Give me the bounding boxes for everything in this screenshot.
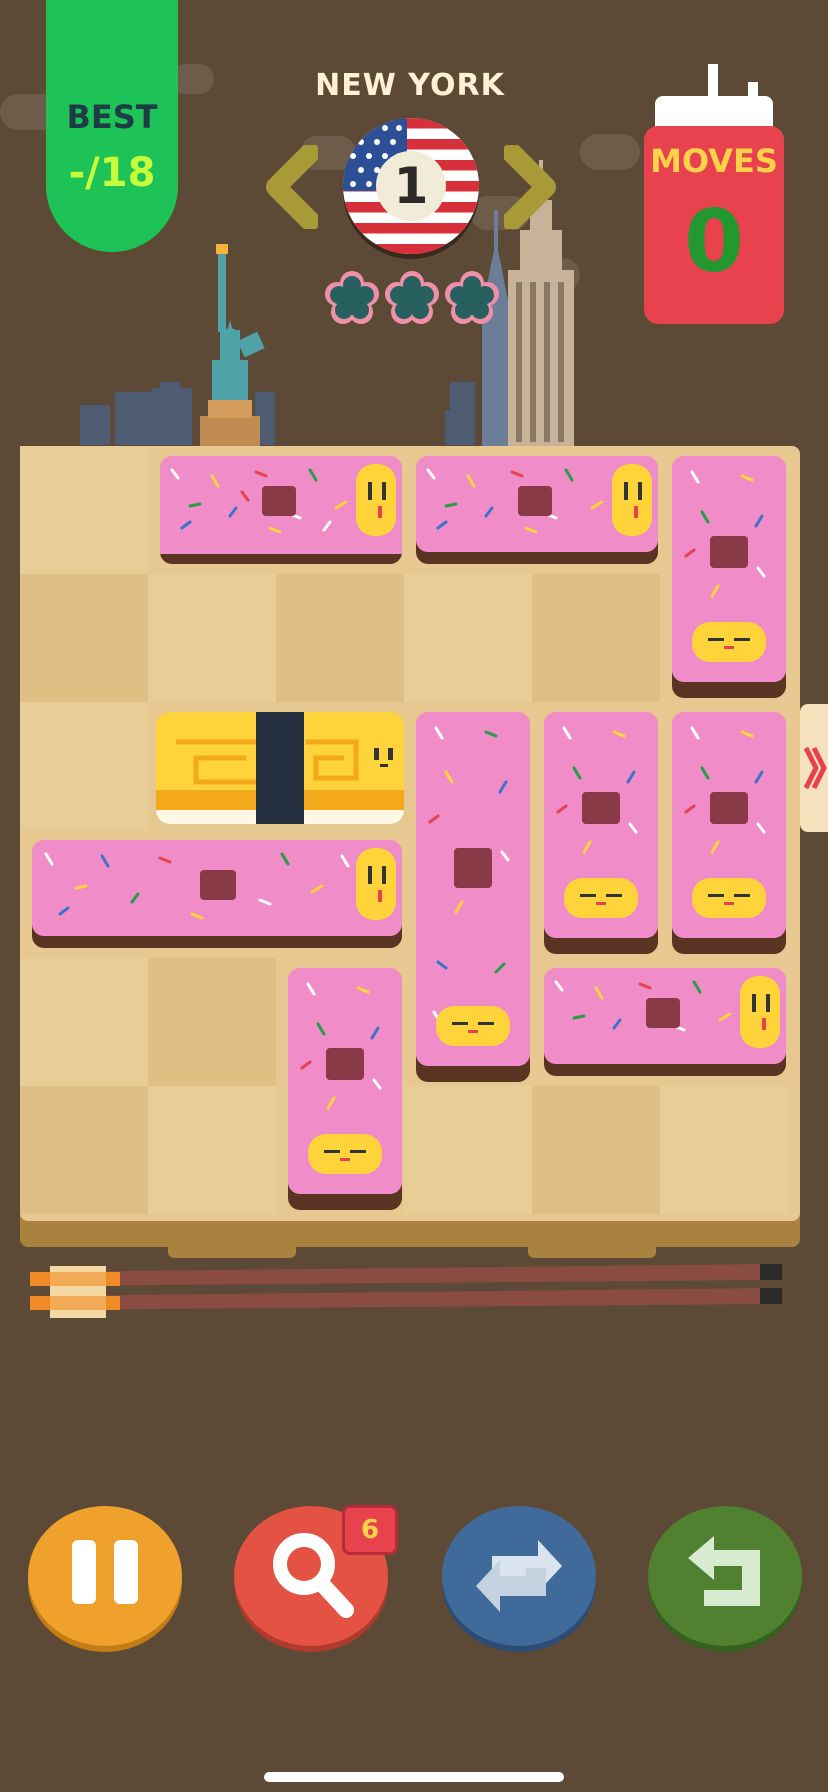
board-cell bbox=[20, 446, 148, 574]
level-number: 1 bbox=[376, 151, 446, 221]
flower-star-icon bbox=[385, 271, 439, 324]
donut-vertical[interactable] bbox=[672, 456, 786, 698]
board-cell bbox=[20, 1086, 148, 1214]
best-score-tab: BEST -/18 bbox=[46, 0, 178, 252]
board-leg bbox=[528, 1240, 656, 1258]
sushi-player-piece[interactable] bbox=[156, 712, 404, 824]
donut-vertical[interactable] bbox=[672, 712, 786, 954]
home-indicator[interactable] bbox=[264, 1772, 564, 1782]
board-cell bbox=[660, 1086, 788, 1214]
moves-counter: MOVES 0 bbox=[644, 126, 784, 324]
moves-label: MOVES bbox=[650, 142, 778, 180]
board-cell bbox=[404, 574, 532, 702]
moves-cap bbox=[708, 64, 718, 100]
donut-horizontal[interactable] bbox=[32, 840, 402, 950]
next-level-arrow-icon[interactable] bbox=[504, 145, 560, 229]
pause-button[interactable] bbox=[28, 1506, 182, 1646]
restart-button[interactable] bbox=[442, 1506, 596, 1646]
donut-vertical[interactable] bbox=[288, 968, 402, 1210]
board-cell bbox=[20, 958, 148, 1086]
board-cell bbox=[20, 702, 148, 830]
best-value: -/18 bbox=[68, 150, 156, 196]
board-leg bbox=[168, 1240, 296, 1258]
level-badge: 1 bbox=[343, 118, 479, 254]
restart-arrows-icon bbox=[476, 1540, 562, 1612]
hint-count-badge: 6 bbox=[342, 1505, 398, 1555]
board-cell bbox=[532, 1086, 660, 1214]
board-cell bbox=[532, 574, 660, 702]
board-cell bbox=[276, 574, 404, 702]
flower-star-icon bbox=[445, 271, 499, 324]
undo-button[interactable] bbox=[648, 1506, 802, 1646]
board-cell bbox=[20, 574, 148, 702]
board-cell bbox=[148, 958, 276, 1086]
flower-star-icon bbox=[325, 271, 379, 324]
exit-gate bbox=[800, 704, 828, 832]
best-label: BEST bbox=[66, 98, 158, 136]
board-cell bbox=[148, 1086, 276, 1214]
donut-horizontal[interactable] bbox=[544, 968, 786, 1078]
moves-cap bbox=[655, 96, 773, 130]
donut-vertical[interactable] bbox=[416, 712, 530, 1082]
donut-vertical[interactable] bbox=[544, 712, 658, 954]
donut-horizontal[interactable] bbox=[160, 456, 402, 566]
undo-arrow-icon bbox=[688, 1536, 760, 1606]
exit-arrow-icon bbox=[803, 746, 827, 790]
board-cell bbox=[404, 1086, 532, 1214]
chopsticks-decoration bbox=[30, 1264, 782, 1318]
donut-horizontal[interactable] bbox=[416, 456, 658, 566]
moves-value: 0 bbox=[684, 192, 744, 292]
board-cell bbox=[148, 574, 276, 702]
star-rating bbox=[325, 271, 499, 324]
pause-icon bbox=[72, 1540, 138, 1604]
city-title: NEW YORK bbox=[315, 68, 505, 103]
previous-level-arrow-icon[interactable] bbox=[262, 145, 318, 229]
